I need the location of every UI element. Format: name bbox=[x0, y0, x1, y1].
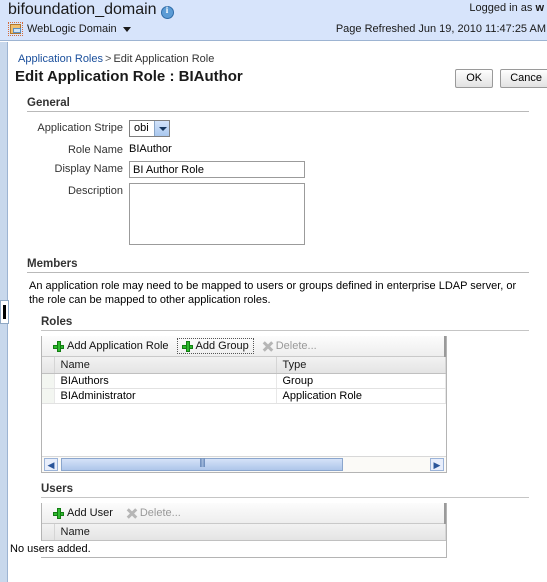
add-user-label: Add User bbox=[67, 507, 113, 519]
roles-horizontal-scrollbar[interactable]: ◀ ▶ bbox=[42, 456, 446, 472]
delete-users-label: Delete... bbox=[139, 507, 181, 519]
weblogic-domain-icon bbox=[8, 22, 23, 36]
general-section: General Application Stripe obi Role Name… bbox=[9, 97, 547, 248]
add-application-role-button[interactable]: Add Application Role bbox=[48, 338, 174, 354]
breadcrumb-link-application-roles[interactable]: Application Roles bbox=[18, 53, 103, 65]
delete-x-icon bbox=[262, 341, 273, 352]
roles-toolbar: Add Application Role Add Group Delete... bbox=[42, 336, 446, 357]
sidebar-collapse-handle[interactable] bbox=[0, 300, 9, 324]
users-table: Name bbox=[42, 524, 446, 541]
add-user-button[interactable]: Add User bbox=[48, 505, 118, 521]
domain-title-row: bifoundation_domain bbox=[8, 1, 174, 19]
delete-roles-button[interactable]: Delete... bbox=[257, 338, 322, 354]
roles-table: Name Type BIAuthors Group BIAdministrato bbox=[42, 357, 446, 404]
users-column-header-name[interactable]: Name bbox=[54, 524, 446, 541]
roles-table-header-row: Name Type bbox=[42, 357, 446, 374]
users-empty-message: No users added. bbox=[10, 541, 446, 557]
scroll-right-icon[interactable]: ▶ bbox=[430, 458, 444, 471]
toolbar-divider bbox=[444, 336, 446, 357]
scroll-left-icon[interactable]: ◀ bbox=[44, 458, 58, 471]
users-select-column-header bbox=[42, 524, 55, 541]
general-heading: General bbox=[27, 97, 70, 109]
users-subsection: Users Add User Delete... Name No users a… bbox=[9, 483, 547, 558]
users-divider bbox=[41, 497, 529, 498]
table-row[interactable]: BIAuthors Group bbox=[42, 373, 446, 389]
role-type-cell: Application Role bbox=[276, 388, 446, 404]
logged-in-username[interactable]: w bbox=[535, 2, 544, 14]
application-header: bifoundation_domain WebLogic Domain Logg… bbox=[0, 0, 547, 41]
delete-users-button[interactable]: Delete... bbox=[121, 505, 186, 521]
roles-column-header-name[interactable]: Name bbox=[54, 357, 277, 374]
logged-in-label: Logged in as bbox=[469, 2, 533, 14]
cancel-button[interactable]: Cance bbox=[500, 69, 547, 88]
breadcrumb-separator: > bbox=[105, 53, 112, 65]
add-application-role-label: Add Application Role bbox=[67, 340, 169, 352]
left-rail bbox=[0, 42, 9, 582]
members-divider bbox=[27, 272, 529, 273]
logged-in-status: Logged in as w bbox=[469, 2, 544, 14]
toolbar-divider bbox=[444, 503, 446, 524]
field-display-name: Display Name bbox=[9, 161, 547, 178]
add-group-button[interactable]: Add Group bbox=[176, 338, 254, 354]
main-content: Application Roles > Edit Application Role … bbox=[9, 42, 547, 582]
row-select-cell[interactable] bbox=[42, 388, 55, 404]
roles-divider bbox=[41, 330, 529, 331]
plus-icon bbox=[53, 507, 64, 519]
breadcrumb-current: Edit Application Role bbox=[113, 53, 215, 65]
field-description: Description bbox=[9, 183, 547, 248]
roles-subsection: Roles Add Application Role Add Group Del… bbox=[9, 316, 547, 473]
plus-icon bbox=[181, 340, 193, 352]
users-table-header-row: Name bbox=[42, 524, 446, 541]
roles-table-empty-area bbox=[42, 404, 446, 456]
members-section: Members An application role may need to … bbox=[9, 258, 547, 558]
roles-column-header-type[interactable]: Type bbox=[276, 357, 446, 374]
add-group-label: Add Group bbox=[195, 340, 249, 352]
description-label: Description bbox=[67, 185, 123, 197]
members-description: An application role may need to be mappe… bbox=[29, 280, 517, 306]
weblogic-domain-label: WebLogic Domain bbox=[27, 23, 117, 35]
users-toolbar: Add User Delete... bbox=[42, 503, 446, 524]
application-stripe-select[interactable]: obi bbox=[129, 120, 170, 137]
application-stripe-label: Application Stripe bbox=[37, 122, 123, 134]
role-name-label: Role Name bbox=[67, 144, 123, 156]
plus-icon bbox=[53, 340, 64, 352]
display-name-input[interactable] bbox=[129, 161, 305, 178]
ok-button[interactable]: OK bbox=[455, 69, 494, 88]
page-refreshed-status: Page Refreshed Jun 19, 2010 11:47:25 AM bbox=[335, 23, 546, 35]
scrollbar-thumb[interactable] bbox=[61, 457, 343, 471]
page-action-buttons: OK Cance bbox=[455, 69, 547, 88]
display-name-label: Display Name bbox=[54, 163, 123, 175]
role-name-value: BIAuthor bbox=[129, 143, 172, 155]
weblogic-domain-menu[interactable]: WebLogic Domain bbox=[8, 22, 131, 36]
field-role-name: Role Name BIAuthor bbox=[9, 142, 547, 156]
domain-title: bifoundation_domain bbox=[8, 1, 157, 18]
info-icon[interactable] bbox=[160, 5, 174, 19]
roles-panel: Add Application Role Add Group Delete... bbox=[41, 336, 447, 473]
general-divider bbox=[27, 111, 529, 112]
members-heading: Members bbox=[27, 258, 78, 270]
delete-x-icon bbox=[126, 508, 137, 519]
table-row[interactable]: BIAdministrator Application Role bbox=[42, 388, 446, 404]
roles-heading: Roles bbox=[41, 316, 73, 328]
delete-roles-label: Delete... bbox=[275, 340, 317, 352]
breadcrumb: Application Roles > Edit Application Role bbox=[18, 53, 547, 65]
users-panel: Add User Delete... Name No users added. bbox=[10, 503, 447, 558]
chevron-down-icon bbox=[153, 121, 169, 136]
general-form: Application Stripe obi Role Name BIAutho… bbox=[9, 120, 547, 248]
field-application-stripe: Application Stripe obi bbox=[9, 120, 547, 137]
role-name-cell: BIAdministrator bbox=[54, 388, 277, 404]
role-name-cell: BIAuthors bbox=[54, 373, 277, 389]
roles-select-column-header bbox=[42, 357, 55, 374]
row-select-cell[interactable] bbox=[42, 373, 55, 389]
chevron-down-icon bbox=[122, 26, 131, 32]
users-heading: Users bbox=[41, 483, 73, 495]
role-type-cell: Group bbox=[276, 373, 446, 389]
application-stripe-value: obi bbox=[134, 122, 149, 134]
description-textarea[interactable] bbox=[129, 183, 305, 245]
